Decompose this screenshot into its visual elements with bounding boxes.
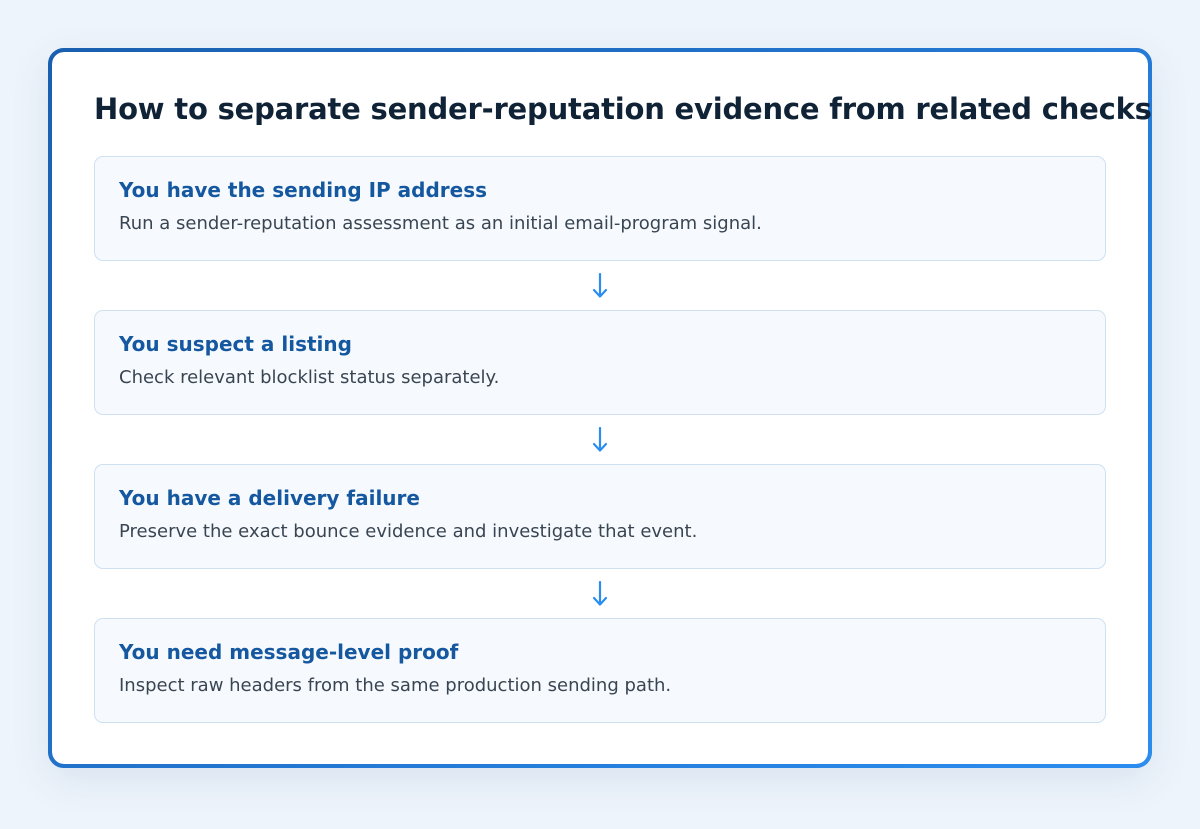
step-description: Inspect raw headers from the same produc… <box>119 675 672 696</box>
step-title: You have the sending IP address <box>119 178 488 202</box>
arrow-down-icon <box>592 426 608 452</box>
connector <box>94 569 1106 618</box>
step-box-message-proof: You need message-level proof Inspect raw… <box>94 618 1106 723</box>
connector <box>94 415 1106 464</box>
arrow-down-icon <box>592 272 608 298</box>
arrow-down-icon <box>592 580 608 606</box>
connector <box>94 261 1106 310</box>
diagram-card: How to separate sender-reputation eviden… <box>48 48 1152 768</box>
step-description: Check relevant blocklist status separate… <box>119 367 500 388</box>
step-box-sending-ip: You have the sending IP address Run a se… <box>94 156 1106 261</box>
step-list: You have the sending IP address Run a se… <box>94 156 1106 723</box>
step-description: Run a sender-reputation assessment as an… <box>119 213 762 234</box>
step-title: You suspect a listing <box>119 332 352 356</box>
step-box-delivery-failure: You have a delivery failure Preserve the… <box>94 464 1106 569</box>
step-box-listing: You suspect a listing Check relevant blo… <box>94 310 1106 415</box>
step-title: You need message-level proof <box>119 640 459 664</box>
diagram-title: How to separate sender-reputation eviden… <box>94 92 1152 126</box>
step-title: You have a delivery failure <box>119 486 420 510</box>
step-description: Preserve the exact bounce evidence and i… <box>119 521 698 542</box>
